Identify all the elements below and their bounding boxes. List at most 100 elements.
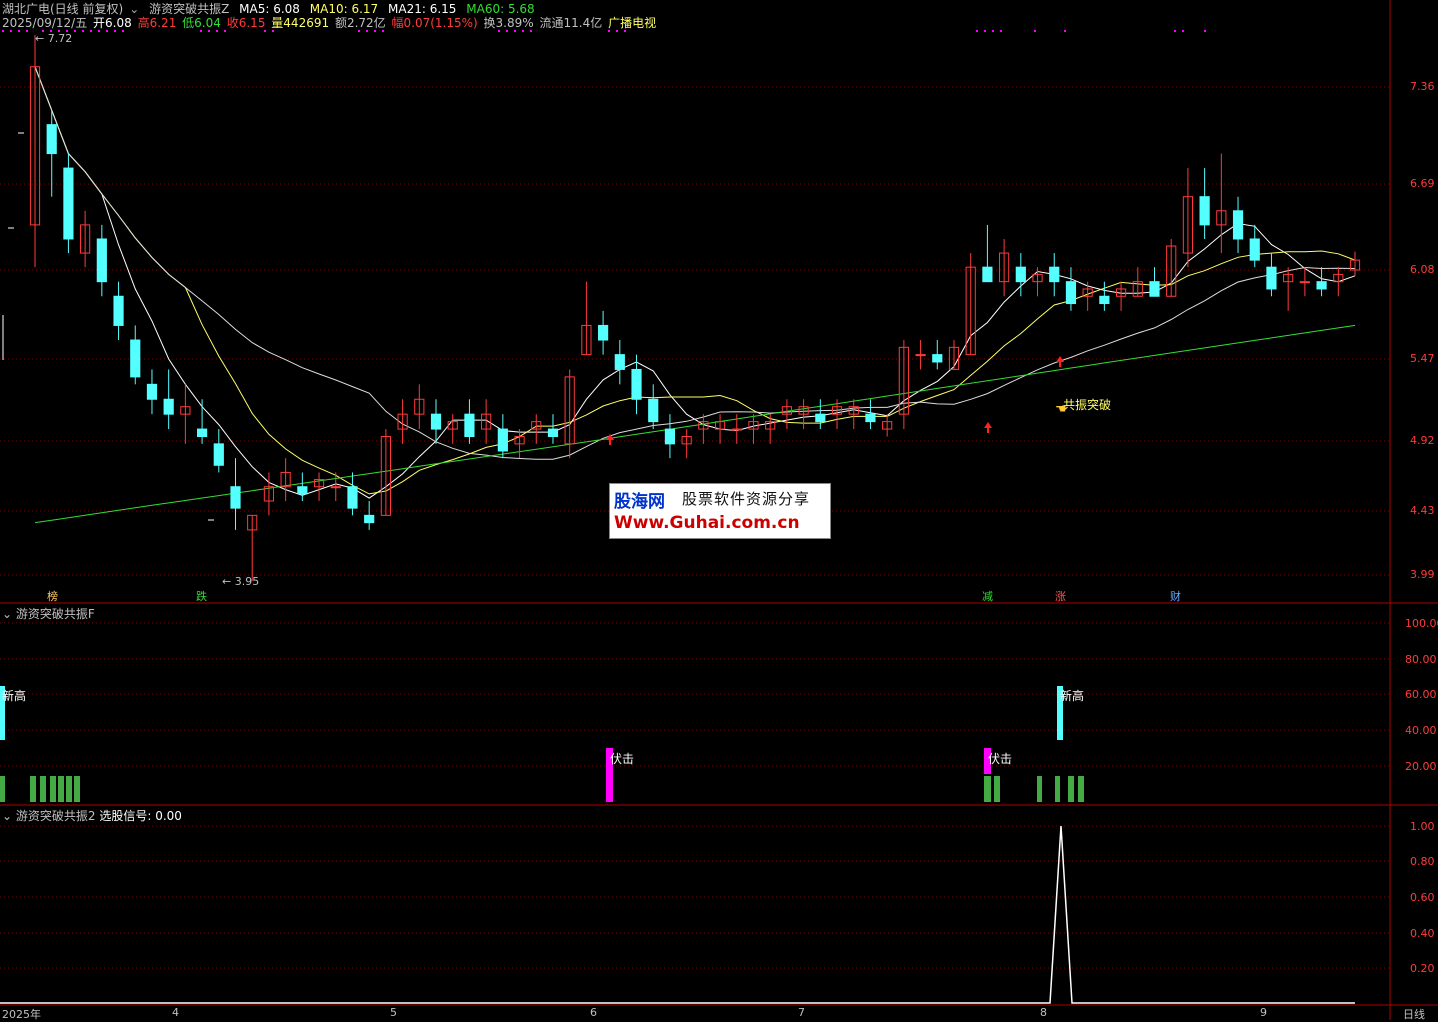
max-price-label: ← 7.72 <box>35 32 73 45</box>
candle-body <box>364 514 375 524</box>
min-price-value: 3.95 <box>234 575 260 588</box>
signal-dot <box>358 30 360 32</box>
candle-body <box>598 324 609 341</box>
event-tag[interactable]: 涨 <box>1053 588 1068 604</box>
candle-body <box>1299 281 1310 284</box>
candle-body <box>614 354 625 370</box>
signal-dot <box>366 30 368 32</box>
candle-body <box>1232 210 1244 240</box>
signal-dot <box>1174 30 1176 32</box>
signal-dot <box>608 30 610 32</box>
event-tag[interactable]: 减 <box>980 588 995 604</box>
candle-body <box>96 238 107 283</box>
volume-signal-bar <box>58 776 64 802</box>
volume-signal-bar <box>40 776 46 802</box>
y-tick: 4.43 <box>1410 504 1435 517</box>
up-arrow-icon <box>606 434 614 445</box>
signal-dot <box>1034 30 1036 32</box>
up-arrow-icon <box>1056 356 1064 367</box>
candle-body <box>430 413 442 430</box>
watermark-slogan: 股票软件资源分享 <box>682 490 811 508</box>
volume-signal-bar <box>1055 776 1060 802</box>
signal-dot <box>82 30 84 32</box>
ambush-label: 伏击 <box>988 752 1013 766</box>
y-tick: 100.00 <box>1405 617 1438 630</box>
watermark-logo: 股海网 股票软件资源分享 Www.Guhai.com.cn <box>609 483 831 539</box>
signal-dot <box>382 30 384 32</box>
signal-dot <box>616 30 618 32</box>
y-tick: 6.08 <box>1410 263 1435 276</box>
signal-dot <box>1064 30 1066 32</box>
candle-body <box>664 428 676 445</box>
signal-dot <box>98 30 100 32</box>
signal-dot <box>514 30 516 32</box>
breakout-label: 共振突破 <box>1063 398 1112 412</box>
signal-dot <box>208 30 210 32</box>
sub1-title[interactable]: ⌄ 游资突破共振F <box>2 605 95 622</box>
volume-signal-bar <box>0 776 5 802</box>
y-tick: 5.47 <box>1410 352 1435 365</box>
candle-body <box>63 167 74 240</box>
sub2-signal: 选股信号: 0.00 <box>99 809 182 823</box>
volume-signal-bar <box>30 776 36 802</box>
min-price-label: ← 3.95 <box>222 575 260 588</box>
candle-body <box>815 413 826 423</box>
sub2-formula: 游资突破共振2 <box>15 809 96 823</box>
volume-signal-bar <box>1078 776 1084 802</box>
signal-dot <box>1000 30 1002 32</box>
signal-dot <box>26 30 28 32</box>
x-tick: 4 <box>172 1006 179 1019</box>
new-high-label: 新高 <box>2 689 27 703</box>
signal-dot <box>624 30 626 32</box>
y-tick: 7.36 <box>1410 80 1435 93</box>
candle-body <box>1099 295 1110 305</box>
chevron-down-icon[interactable]: ⌄ <box>2 809 12 823</box>
event-tag[interactable]: 榜 <box>45 588 60 604</box>
chevron-down-icon[interactable]: ⌄ <box>2 607 12 621</box>
new-high-label: 新高 <box>1060 689 1085 703</box>
candle-body <box>130 339 141 378</box>
signal-dot <box>1204 30 1206 32</box>
event-tag[interactable]: 跌 <box>194 588 209 604</box>
watermark-brand: 股海网 <box>614 492 665 512</box>
volume-signal-bar <box>1037 776 1042 802</box>
y-tick: 20.00 <box>1405 760 1437 773</box>
candle-body <box>330 486 341 489</box>
candle-body <box>347 486 358 509</box>
candle-body <box>213 443 224 466</box>
x-tick: 7 <box>798 1006 805 1019</box>
y-tick: 80.00 <box>1405 653 1437 666</box>
candle-body <box>865 413 876 423</box>
hand-pointer-icon: ☚ <box>1055 402 1067 417</box>
y-tick: 4.92 <box>1410 434 1435 447</box>
candle-body <box>631 368 642 400</box>
signal-dot <box>530 30 532 32</box>
candle-body <box>146 383 158 400</box>
signal-dot <box>224 30 226 32</box>
signal-dot <box>114 30 116 32</box>
signal-dot <box>122 30 124 32</box>
candle-body <box>1199 196 1210 226</box>
signal-line <box>0 825 1355 1004</box>
signal-dot <box>984 30 986 32</box>
candle-body <box>464 413 475 438</box>
signal-dot <box>216 30 218 32</box>
sub2-title[interactable]: ⌄ 游资突破共振2 选股信号: 0.00 <box>2 807 182 824</box>
signal-dot <box>10 30 12 32</box>
volume-signal-bar <box>994 776 1000 802</box>
signal-dot <box>18 30 20 32</box>
volume-signal-bar <box>74 776 80 802</box>
ambush-label: 伏击 <box>610 752 635 766</box>
candle-body <box>915 354 926 357</box>
event-tag[interactable]: 财 <box>1168 588 1183 604</box>
signal-dot <box>498 30 500 32</box>
signal-dot <box>90 30 92 32</box>
signal-dot <box>374 30 376 32</box>
y-tick: 60.00 <box>1405 688 1437 701</box>
up-arrow-icon <box>984 422 992 433</box>
volume-signal-bar <box>66 776 72 802</box>
candle-body <box>731 428 742 431</box>
y-tick: 6.69 <box>1410 177 1435 190</box>
candle-body <box>497 428 508 452</box>
y-tick: 0.80 <box>1410 855 1435 868</box>
